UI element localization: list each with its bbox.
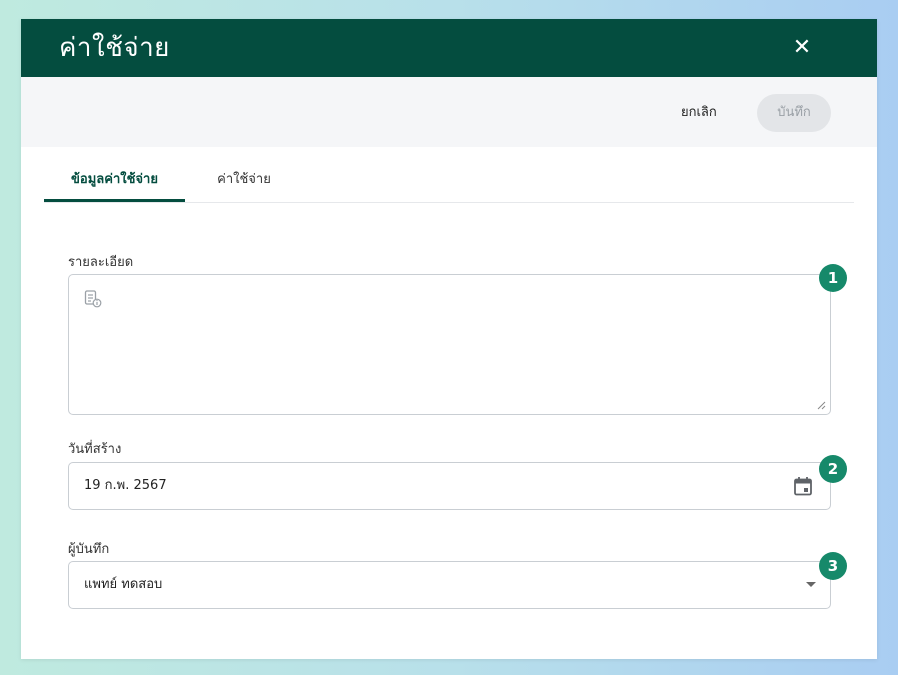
resize-grip-icon[interactable] [816, 400, 826, 410]
dialog-toolbar: ยกเลิก บันทึก [21, 77, 877, 147]
details-label: รายละเอียด [68, 255, 134, 270]
recorder-value: แพทย์ ทดสอบ [84, 577, 163, 592]
details-textarea[interactable] [68, 274, 831, 415]
tab-expense-info[interactable]: ข้อมูลค่าใช้จ่าย [44, 147, 185, 203]
expense-dialog: ค่าใช้จ่าย ✕ ยกเลิก บันทึก ข้อมูลค่าใช้จ… [21, 19, 877, 659]
tab-expenses[interactable]: ค่าใช้จ่าย [194, 147, 294, 203]
created-date-label: วันที่สร้าง [68, 442, 122, 457]
close-icon: ✕ [792, 35, 812, 60]
created-date-field[interactable]: 19 ก.พ. 2567 [68, 462, 831, 510]
created-date-value: 19 ก.พ. 2567 [84, 478, 167, 493]
caret-down-icon [806, 582, 816, 587]
recorder-label: ผู้บันทึก [68, 542, 110, 557]
dialog-header: ค่าใช้จ่าย ✕ [21, 19, 877, 77]
recorder-select[interactable]: แพทย์ ทดสอบ [68, 561, 831, 609]
step-badge-2: 2 [819, 455, 847, 483]
tab-bar: ข้อมูลค่าใช้จ่าย ค่าใช้จ่าย [44, 147, 854, 203]
step-badge-3: 3 [819, 552, 847, 580]
active-tab-indicator [44, 199, 185, 202]
save-button[interactable]: บันทึก [757, 94, 831, 132]
dialog-title: ค่าใช้จ่าย [59, 33, 170, 63]
document-info-icon [84, 290, 102, 308]
close-button[interactable]: ✕ [787, 33, 817, 63]
step-badge-1: 1 [819, 264, 847, 292]
calendar-icon[interactable] [792, 475, 814, 497]
cancel-button[interactable]: ยกเลิก [671, 96, 727, 130]
